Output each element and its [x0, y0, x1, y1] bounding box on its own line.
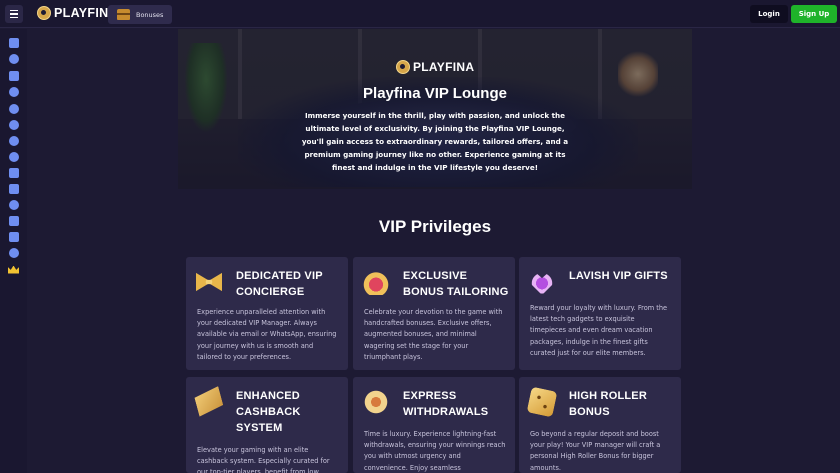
privilege-card: DEDICATED VIP CONCIERGE Experience unpar… [186, 257, 348, 370]
privilege-text: Reward your loyalty with luxury. From th… [530, 304, 668, 357]
dice-icon [526, 386, 558, 418]
privilege-title: DEDICATED VIP CONCIERGE [236, 270, 323, 298]
section-title: VIP Privileges [378, 217, 492, 236]
privilege-title: LAVISH VIP GIFTS [569, 270, 668, 282]
privilege-card: HIGH ROLLER BONUS Go beyond a regular de… [519, 377, 681, 473]
privilege-title: HIGH ROLLER BONUS [569, 390, 647, 418]
hero-logo-text: PLAYFINA [413, 60, 475, 74]
globe-icon[interactable] [7, 52, 20, 65]
gift-ticket-icon[interactable] [7, 230, 20, 243]
privilege-text: Go beyond a regular deposit and boost yo… [530, 430, 661, 472]
trophy-icon[interactable] [7, 182, 20, 195]
privilege-card: EXPRESS WITHDRAWALS Time is luxury. Expe… [353, 377, 515, 473]
privilege-title: EXCLUSIVE BONUS TAILORING [403, 270, 509, 298]
calendar-icon[interactable] [7, 36, 20, 49]
privilege-text: Celebrate your devotion to the game with… [364, 308, 503, 361]
treasure-chest-icon [117, 9, 130, 20]
bonuses-button[interactable]: Bonuses [108, 5, 172, 24]
privilege-card: LAVISH VIP GIFTS Reward your loyalty wit… [519, 257, 681, 370]
bow-tie-icon [196, 272, 222, 292]
hero-description: Immerse yourself in the thrill, play wit… [301, 111, 569, 172]
privilege-text: Experience unparalleled attention with y… [197, 308, 337, 361]
privilege-title: ENHANCED CASHBACK SYSTEM [236, 390, 301, 434]
bonuses-label: Bonuses [136, 10, 164, 19]
login-button[interactable]: Login [750, 5, 788, 23]
gift-icon [531, 269, 553, 295]
cart-icon[interactable] [7, 166, 20, 179]
logo-icon [37, 6, 51, 20]
crown-icon [363, 269, 389, 295]
privilege-title: EXPRESS WITHDRAWALS [403, 390, 489, 418]
sidebar [0, 29, 27, 473]
megaphone-icon[interactable] [7, 69, 20, 82]
star-icon[interactable] [7, 118, 20, 131]
cashback-icon [193, 386, 225, 418]
soccer-ball-icon[interactable] [7, 198, 20, 211]
compass-icon[interactable] [7, 150, 20, 163]
refresh-icon[interactable] [7, 102, 20, 115]
privilege-card: ENHANCED CASHBACK SYSTEM Elevate your ga… [186, 377, 348, 473]
site-logo[interactable]: PLAYFINA [37, 6, 118, 20]
hero-title: Playfina VIP Lounge [363, 85, 507, 102]
tag-icon[interactable] [7, 85, 20, 98]
menu-button[interactable] [5, 5, 23, 23]
signup-button[interactable]: Sign Up [791, 5, 837, 23]
top-bar: PLAYFINA Bonuses Login Sign Up [0, 0, 840, 28]
hero-logo-icon [396, 60, 410, 74]
hero-logo: PLAYFINA [396, 60, 474, 74]
privilege-text: Elevate your gaming with an elite cashba… [197, 446, 330, 473]
privilege-card: EXCLUSIVE BONUS TAILORING Celebrate your… [353, 257, 515, 370]
crown-icon[interactable] [7, 263, 20, 276]
badge-icon[interactable] [7, 134, 20, 147]
ticket-icon[interactable] [7, 214, 20, 227]
privilege-text: Time is luxury. Experience lightning-fas… [364, 430, 506, 472]
gear-icon[interactable] [7, 246, 20, 259]
coin-icon [363, 389, 389, 415]
